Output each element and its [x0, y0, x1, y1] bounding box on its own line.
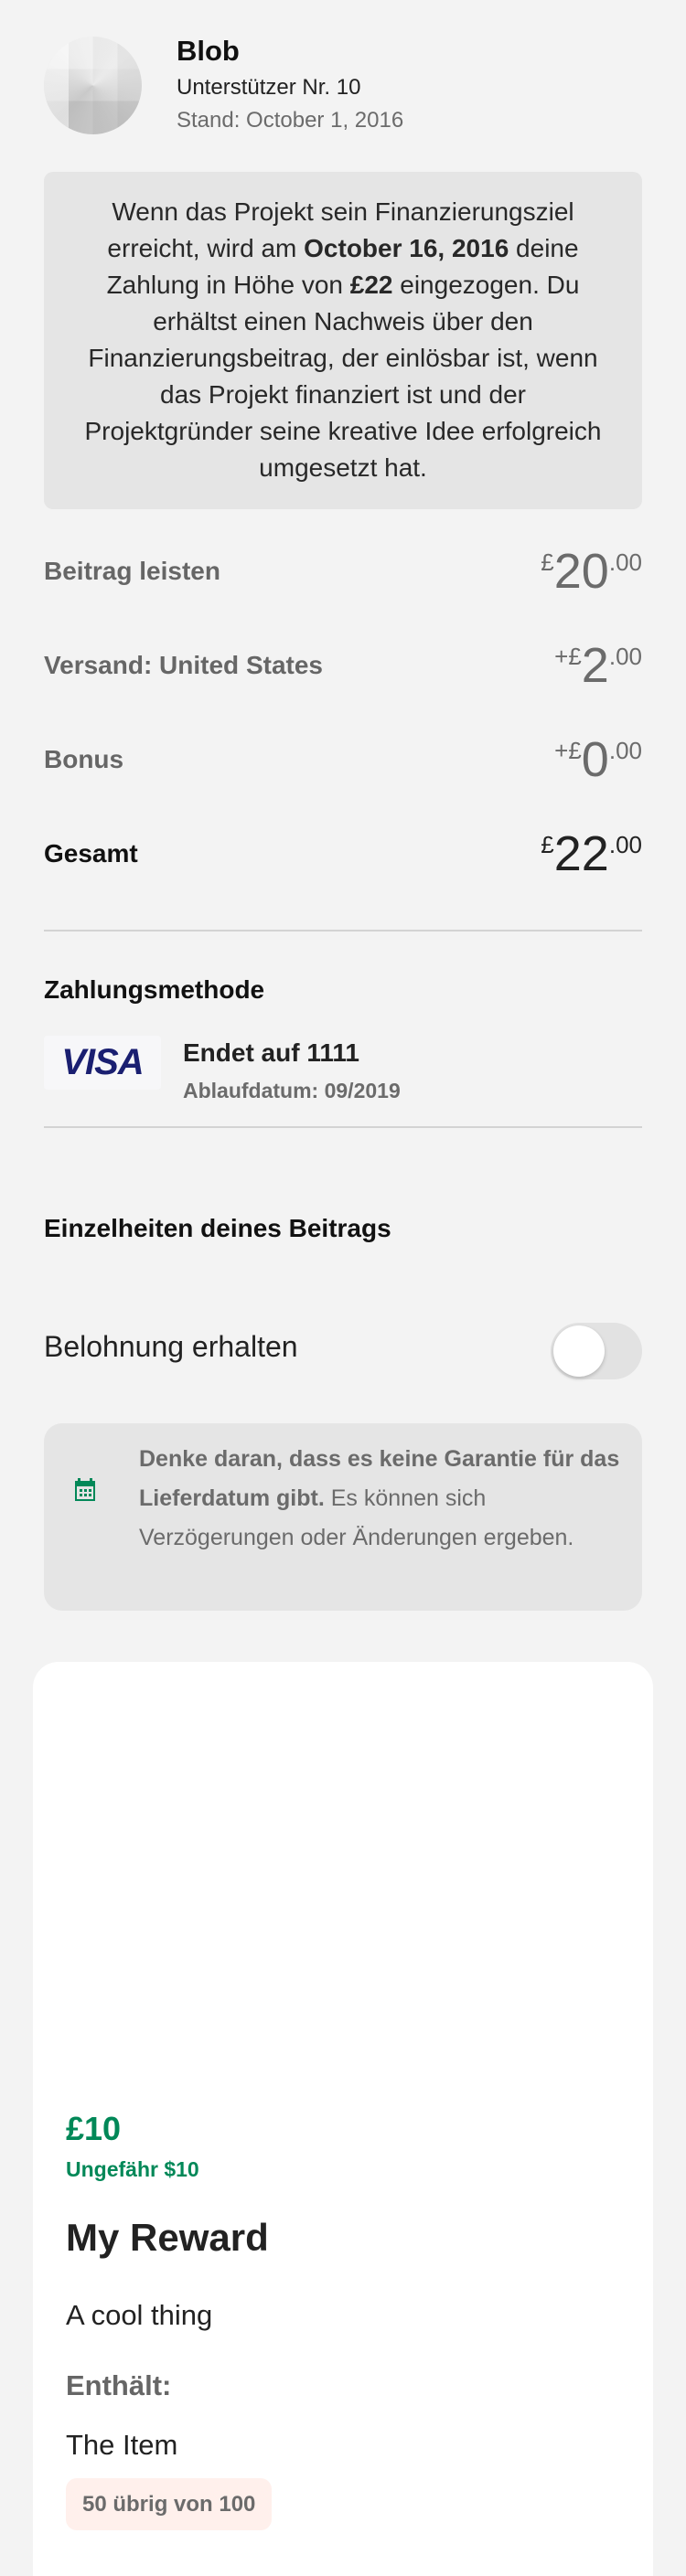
backer-number: Unterstützer Nr. 10 — [177, 75, 361, 100]
currency: £ — [541, 831, 554, 858]
reward-title: My Reward — [66, 2216, 269, 2259]
remaining-badge: 50 übrig von 100 — [66, 2478, 273, 2530]
summary-row-shipping: Versand: United States +£ 2.00 — [44, 638, 642, 693]
row-amount: +£ 0.00 — [554, 735, 642, 784]
charge-info-box: Wenn das Projekt sein Finanzierungsziel … — [44, 172, 642, 509]
row-amount: £22.00 — [541, 829, 642, 878]
payment-method-heading: Zahlungsmethode — [44, 975, 265, 1004]
summary-row-bonus: Bonus +£ 0.00 — [44, 732, 642, 787]
row-label: Versand: United States — [44, 651, 323, 679]
divider — [44, 1126, 642, 1128]
currency: +£ — [554, 737, 582, 764]
toggle-knob — [553, 1325, 605, 1377]
summary-row-pledge: Beitrag leisten £20.00 — [44, 544, 642, 599]
row-label: Beitrag leisten — [44, 557, 220, 585]
delivery-note: Denke daran, dass es keine Garantie für … — [44, 1423, 642, 1611]
reward-description: A cool thing — [66, 2299, 213, 2331]
contains-label: Enthält: — [66, 2369, 172, 2401]
currency: +£ — [554, 643, 582, 670]
charge-amount: £22 — [349, 271, 393, 299]
charge-date: October 16, 2016 — [304, 234, 509, 262]
row-label: Gesamt — [44, 839, 138, 868]
reward-toggle-label: Belohnung erhalten — [44, 1330, 298, 1363]
amount-cents: .00 — [608, 548, 642, 576]
card-ending: Endet auf 1111 — [183, 1038, 359, 1067]
reward-price: £10 — [66, 2110, 122, 2147]
as-of-date: Stand: October 1, 2016 — [177, 108, 404, 133]
reward-item: The Item — [66, 2429, 178, 2461]
currency: £ — [541, 548, 554, 576]
card-expiry: Ablaufdatum: 09/2019 — [183, 1079, 401, 1102]
amount-cents: .00 — [608, 643, 642, 670]
amount-cents: .00 — [608, 737, 642, 764]
summary-row-total: Gesamt £22.00 — [44, 826, 642, 881]
info-text: eingezogen. Du erhältst einen Nachweis ü… — [84, 271, 602, 482]
amount-whole: 20 — [553, 544, 609, 599]
amount-whole: 2 — [581, 638, 609, 693]
reward-toggle[interactable] — [551, 1323, 642, 1379]
divider — [44, 930, 642, 931]
amount-whole: 0 — [581, 732, 609, 787]
row-amount: £20.00 — [541, 547, 642, 596]
calendar-icon — [75, 1478, 95, 1501]
row-label: Bonus — [44, 745, 124, 773]
avatar — [44, 37, 142, 134]
amount-whole: 22 — [553, 826, 609, 881]
amount-cents: .00 — [608, 831, 642, 858]
row-amount: +£ 2.00 — [554, 641, 642, 690]
backer-name: Blob — [177, 35, 240, 67]
visa-logo-icon: VISA — [44, 1036, 161, 1090]
reward-approx-price: Ungefähr $10 — [66, 2157, 199, 2181]
pledge-details-heading: Einzelheiten deines Beitrags — [44, 1214, 391, 1242]
